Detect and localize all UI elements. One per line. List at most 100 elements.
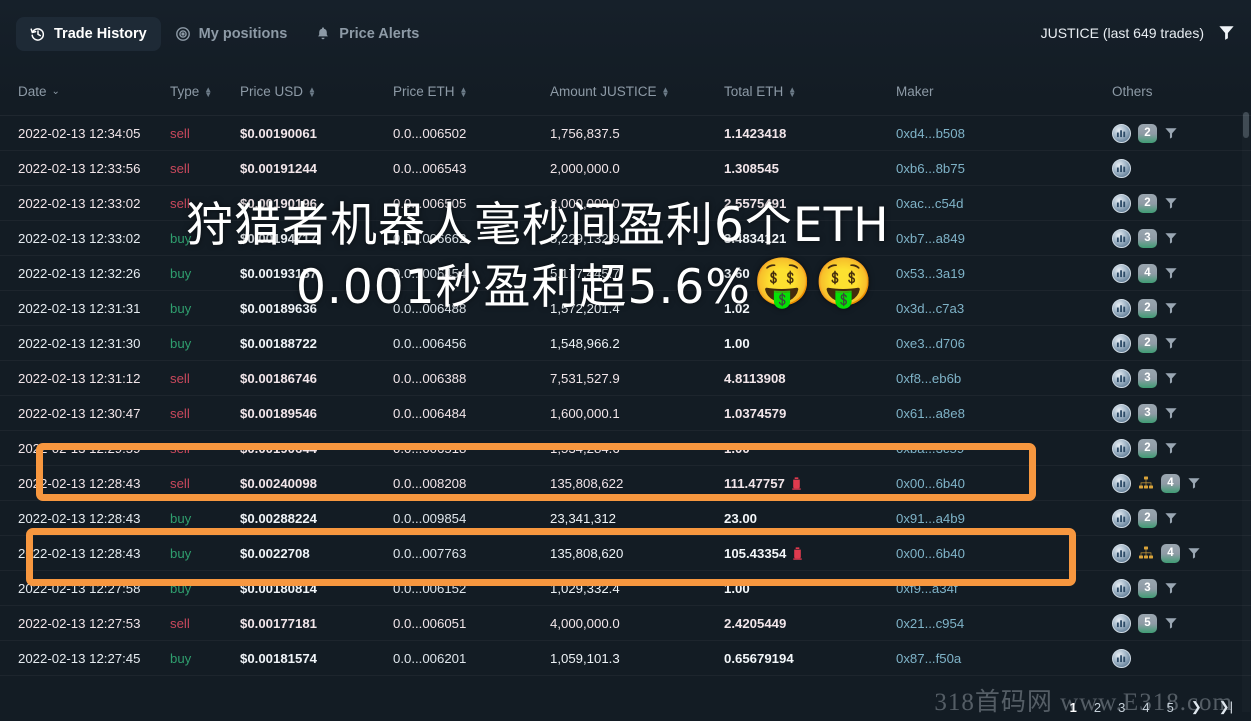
row-filter-funnel-icon[interactable] bbox=[1164, 231, 1178, 245]
tab-my-positions[interactable]: My positions bbox=[161, 17, 302, 51]
cell-maker-address[interactable]: 0xba...3c59 bbox=[896, 441, 1112, 456]
table-row[interactable]: 2022-02-13 12:33:02 sell $0.00190196 0.0...… bbox=[0, 186, 1251, 221]
chart-icon[interactable] bbox=[1112, 508, 1131, 528]
page-button-1[interactable]: 1 bbox=[1070, 700, 1077, 715]
chevron-right-icon[interactable]: ❯ bbox=[1191, 699, 1202, 715]
page-button-2[interactable]: 2 bbox=[1094, 700, 1101, 715]
related-count-badge[interactable]: 4 bbox=[1138, 263, 1157, 283]
sitemap-icon[interactable] bbox=[1138, 545, 1154, 561]
column-header-total-eth[interactable]: Total ETH ▲ ▼ bbox=[724, 84, 896, 99]
related-count-badge[interactable]: 3 bbox=[1138, 228, 1157, 248]
column-header-type[interactable]: Type ▲ ▼ bbox=[170, 84, 240, 99]
table-row[interactable]: 2022-02-13 12:33:02 buy $0.00194717 0.0...0… bbox=[0, 221, 1251, 256]
cell-maker-address[interactable]: 0xd4...b508 bbox=[896, 126, 1112, 141]
cell-maker-address[interactable]: 0x00...6b40 bbox=[896, 546, 1112, 561]
cell-maker-address[interactable]: 0x21...c954 bbox=[896, 616, 1112, 631]
chart-icon[interactable] bbox=[1112, 228, 1131, 248]
tab-price-alerts[interactable]: Price Alerts bbox=[301, 17, 433, 51]
page-button-4[interactable]: 4 bbox=[1142, 700, 1149, 715]
cell-total-eth: 2.5575491 bbox=[724, 195, 787, 211]
chart-icon[interactable] bbox=[1112, 613, 1131, 633]
row-filter-funnel-icon[interactable] bbox=[1164, 301, 1178, 315]
table-row[interactable]: 2022-02-13 12:34:05 sell $0.00190061 0.0...… bbox=[0, 116, 1251, 151]
table-row[interactable]: 2022-02-13 12:27:53 sell $0.00177181 0.0...… bbox=[0, 606, 1251, 641]
cell-maker-address[interactable]: 0x00...6b40 bbox=[896, 476, 1112, 491]
chart-icon[interactable] bbox=[1112, 333, 1131, 353]
chart-icon[interactable] bbox=[1112, 193, 1131, 213]
cell-maker-address[interactable]: 0x3d...c7a3 bbox=[896, 301, 1112, 316]
row-filter-funnel-icon[interactable] bbox=[1164, 126, 1178, 140]
chart-icon[interactable] bbox=[1112, 543, 1131, 563]
table-row[interactable]: 2022-02-13 12:33:56 sell $0.00191244 0.0...… bbox=[0, 151, 1251, 186]
row-filter-funnel-icon[interactable] bbox=[1164, 371, 1178, 385]
related-count-badge[interactable]: 3 bbox=[1138, 368, 1157, 388]
cell-maker-address[interactable]: 0xf8...eb6b bbox=[896, 371, 1112, 386]
related-count-badge[interactable]: 3 bbox=[1138, 578, 1157, 598]
cell-maker-address[interactable]: 0xb7...a849 bbox=[896, 231, 1112, 246]
related-count-badge[interactable]: 4 bbox=[1161, 473, 1180, 493]
cell-maker-address[interactable]: 0x91...a4b9 bbox=[896, 511, 1112, 526]
table-row[interactable]: 2022-02-13 12:27:45 buy $0.00181574 0.0...0… bbox=[0, 641, 1251, 676]
page-button-5[interactable]: 5 bbox=[1167, 700, 1174, 715]
chart-icon[interactable] bbox=[1112, 403, 1131, 423]
vertical-scrollbar[interactable] bbox=[1242, 112, 1250, 712]
chart-icon[interactable] bbox=[1112, 368, 1131, 388]
related-count-badge[interactable]: 2 bbox=[1138, 123, 1157, 143]
chart-icon[interactable] bbox=[1112, 648, 1131, 668]
related-count-badge[interactable]: 2 bbox=[1138, 438, 1157, 458]
column-header-amount[interactable]: Amount JUSTICE ▲ ▼ bbox=[550, 84, 724, 99]
related-count-badge[interactable]: 5 bbox=[1138, 613, 1157, 633]
cell-maker-address[interactable]: 0x61...a8e8 bbox=[896, 406, 1112, 421]
chart-icon[interactable] bbox=[1112, 123, 1131, 143]
cell-maker-address[interactable]: 0x53...3a19 bbox=[896, 266, 1112, 281]
row-filter-funnel-icon[interactable] bbox=[1187, 546, 1201, 560]
sitemap-icon[interactable] bbox=[1138, 475, 1154, 491]
chart-icon[interactable] bbox=[1112, 298, 1131, 318]
column-header-price-eth[interactable]: Price ETH ▲ ▼ bbox=[393, 84, 550, 99]
cell-maker-address[interactable]: 0xac...c54d bbox=[896, 196, 1112, 211]
column-header-date[interactable]: Date ⌄ bbox=[18, 84, 170, 99]
related-count-badge[interactable]: 4 bbox=[1161, 543, 1180, 563]
row-filter-funnel-icon[interactable] bbox=[1164, 511, 1178, 525]
skip-to-end-icon[interactable]: ❯| bbox=[1219, 699, 1233, 715]
table-row[interactable]: 2022-02-13 12:32:26 buy $0.00193157 0.0...0… bbox=[0, 256, 1251, 291]
scrollbar-thumb[interactable] bbox=[1243, 112, 1249, 138]
cell-maker-address[interactable]: 0xb6...8b75 bbox=[896, 161, 1112, 176]
related-count-badge[interactable]: 2 bbox=[1138, 508, 1157, 528]
cell-type: sell bbox=[170, 370, 190, 386]
filter-funnel-icon[interactable] bbox=[1218, 24, 1235, 41]
table-row[interactable]: 2022-02-13 12:31:31 buy $0.00189636 0.0...0… bbox=[0, 291, 1251, 326]
table-row[interactable]: 2022-02-13 12:27:58 buy $0.00180814 0.0...0… bbox=[0, 571, 1251, 606]
table-row[interactable]: 2022-02-13 12:30:47 sell $0.00189546 0.0...… bbox=[0, 396, 1251, 431]
row-filter-funnel-icon[interactable] bbox=[1164, 406, 1178, 420]
tab-trade-history[interactable]: Trade History bbox=[16, 17, 161, 51]
table-row[interactable]: 2022-02-13 12:31:30 buy $0.00188722 0.0...0… bbox=[0, 326, 1251, 361]
table-row[interactable]: 2022-02-13 12:28:43 buy $0.0022708 0.0...00… bbox=[0, 536, 1251, 571]
related-count-badge[interactable]: 3 bbox=[1138, 403, 1157, 423]
related-count-badge[interactable]: 2 bbox=[1138, 298, 1157, 318]
row-filter-funnel-icon[interactable] bbox=[1164, 336, 1178, 350]
table-row[interactable]: 2022-02-13 12:31:12 sell $0.00186746 0.0...… bbox=[0, 361, 1251, 396]
cell-maker-address[interactable]: 0xe3...d706 bbox=[896, 336, 1112, 351]
cell-maker-address[interactable]: 0xf9...a34f bbox=[896, 581, 1112, 596]
row-filter-funnel-icon[interactable] bbox=[1164, 616, 1178, 630]
chart-icon[interactable] bbox=[1112, 438, 1131, 458]
page-button-3[interactable]: 3 bbox=[1118, 700, 1125, 715]
cell-maker-address[interactable]: 0x87...f50a bbox=[896, 651, 1112, 666]
cell-others: 2 bbox=[1112, 333, 1178, 353]
row-filter-funnel-icon[interactable] bbox=[1164, 581, 1178, 595]
table-row[interactable]: 2022-02-13 12:28:43 buy $0.00288224 0.0...0… bbox=[0, 501, 1251, 536]
table-row[interactable]: 2022-02-13 12:29:59 sell $0.00190644 0.0...… bbox=[0, 431, 1251, 466]
row-filter-funnel-icon[interactable] bbox=[1164, 196, 1178, 210]
chart-icon[interactable] bbox=[1112, 473, 1131, 493]
row-filter-funnel-icon[interactable] bbox=[1187, 476, 1201, 490]
related-count-badge[interactable]: 2 bbox=[1138, 333, 1157, 353]
row-filter-funnel-icon[interactable] bbox=[1164, 441, 1178, 455]
chart-icon[interactable] bbox=[1112, 578, 1131, 598]
chart-icon[interactable] bbox=[1112, 263, 1131, 283]
related-count-badge[interactable]: 2 bbox=[1138, 193, 1157, 213]
row-filter-funnel-icon[interactable] bbox=[1164, 266, 1178, 280]
chart-icon[interactable] bbox=[1112, 158, 1131, 178]
table-row[interactable]: 2022-02-13 12:28:43 sell $0.00240098 0.0...… bbox=[0, 466, 1251, 501]
column-header-price-usd[interactable]: Price USD ▲ ▼ bbox=[240, 84, 393, 99]
